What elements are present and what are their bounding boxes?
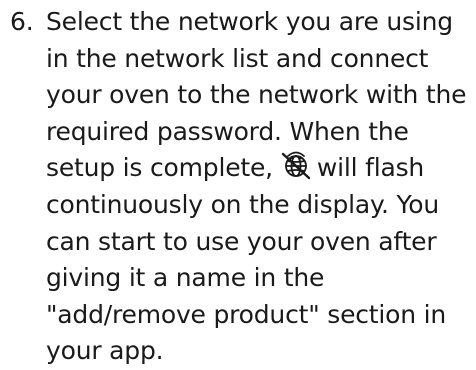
step-text-line: your oven to the network with the <box>46 80 467 110</box>
step-text-line: in the network list and connect <box>46 43 429 73</box>
step-text-line: required password. When the <box>46 116 409 146</box>
step-text-line: can start to use your oven after <box>46 226 437 256</box>
step-number: 6. <box>10 7 34 36</box>
step-text-line: Select the network you are using <box>46 7 453 36</box>
step-text-line: continuously on the display. You <box>46 190 440 219</box>
wifi-globe-crossed-icon <box>279 150 313 180</box>
step-text-line: giving it a name in the <box>46 263 325 293</box>
step-text-line: "add/remove product" section in <box>46 299 447 329</box>
step-text-segment: setup is complete, <box>46 153 273 183</box>
step-text-line: your app. <box>46 336 164 366</box>
step-text-segment: will flash <box>316 153 425 183</box>
step-text-line-with-icon: setup is complete, will flash <box>46 150 424 187</box>
